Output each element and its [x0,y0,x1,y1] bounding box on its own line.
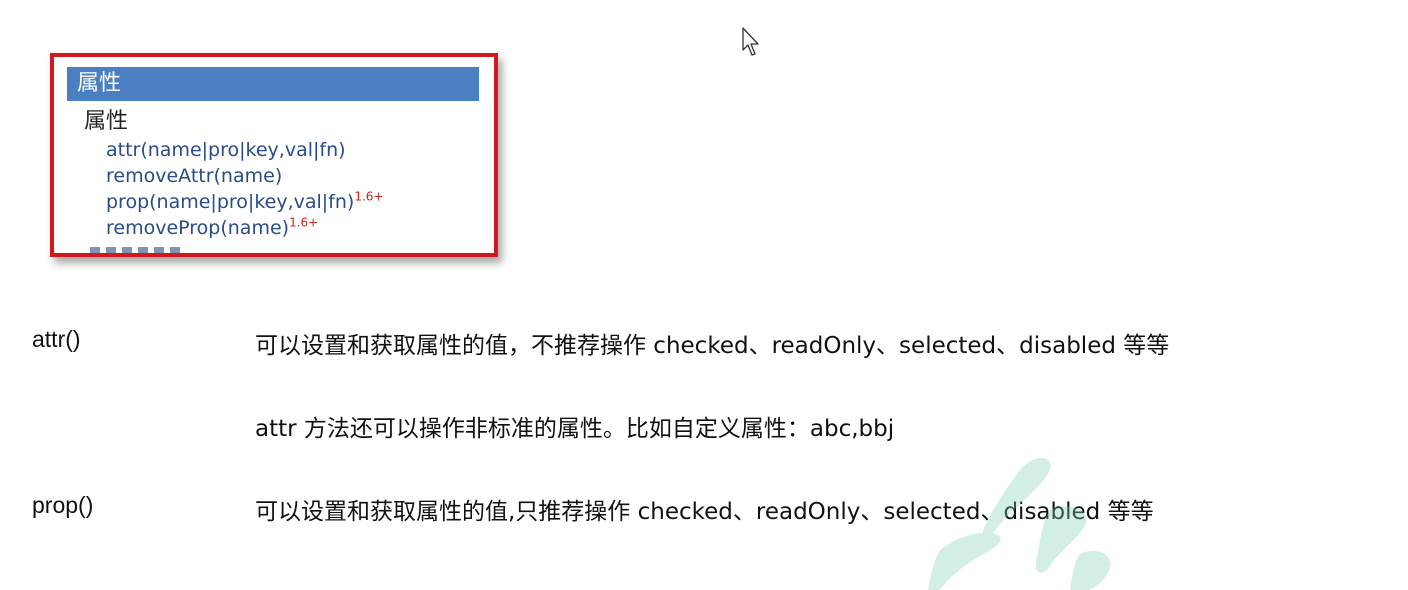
api-item-removeattr[interactable]: removeAttr(name) [106,163,383,189]
api-item-label: removeAttr(name) [106,165,283,187]
api-item-removeprop[interactable]: removeProp(name)1.6+ [106,215,383,241]
panel-subheader: 属性 [84,109,129,134]
api-item-prop[interactable]: prop(name|pro|key,val|fn)1.6+ [106,189,383,215]
api-reference-panel: 属性 属性 attr(name|pro|key,val|fn) removeAt… [50,53,498,257]
api-item-label: prop(name|pro|key,val|fn) [106,191,355,213]
api-item-label: removeProp(name) [106,217,290,239]
version-badge: 1.6+ [354,189,384,204]
api-item-label: attr(name|pro|key,val|fn) [106,139,346,161]
api-method-list: attr(name|pro|key,val|fn) removeAttr(nam… [106,137,383,241]
term-attr: attr() [32,326,81,352]
panel-header: 属性 [67,67,479,101]
term-prop: prop() [32,492,94,518]
api-item-attr[interactable]: attr(name|pro|key,val|fn) [106,137,383,163]
desc-prop: 可以设置和获取属性的值,只推荐操作 checked、readOnly、selec… [255,499,1154,525]
desc-attr: 可以设置和获取属性的值，不推荐操作 checked、readOnly、selec… [255,333,1170,359]
note-attr: attr 方法还可以操作非标准的属性。比如自定义属性：abc,bbj [255,416,895,442]
version-badge: 1.6+ [289,215,319,230]
mouse-pointer-icon [742,27,759,56]
cut-off-next-item [90,247,180,253]
